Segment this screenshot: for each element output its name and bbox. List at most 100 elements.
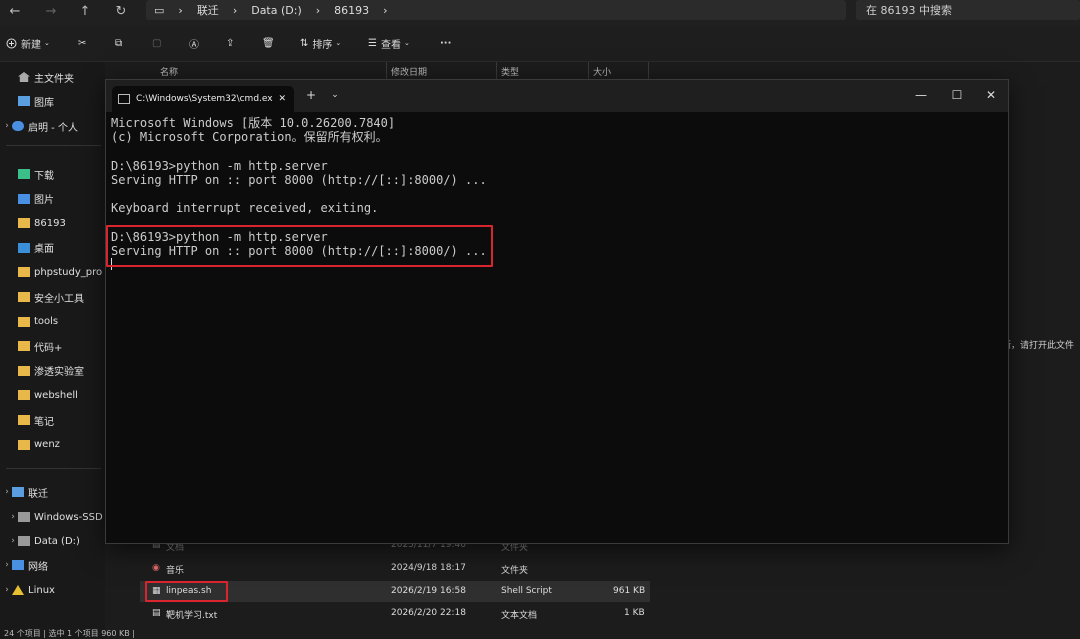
folder-icon	[18, 218, 30, 229]
sidebar-item[interactable]: › 联迁	[0, 482, 105, 502]
chevron-right-icon[interactable]: ›	[2, 560, 12, 570]
sidebar-item[interactable]: phpstudy_pro	[0, 262, 105, 282]
sidebar-item[interactable]: › Windows-SSD	[0, 507, 105, 527]
linux-icon	[12, 585, 24, 595]
breadcrumb-item[interactable]: Data (D:)	[251, 4, 302, 17]
maximize-icon[interactable]: ☐	[942, 86, 972, 104]
chevron-right-icon[interactable]: ›	[8, 536, 18, 546]
download-icon	[18, 169, 30, 179]
sidebar-item[interactable]: › Linux	[0, 580, 105, 600]
chevron-right-icon: ›	[315, 3, 321, 17]
console-line: (c) Microsoft Corporation。保留所有权利。	[111, 130, 388, 145]
file-name: 音乐	[166, 566, 185, 576]
column-size[interactable]: 大小	[593, 62, 611, 80]
console-line: Keyboard interrupt received, exiting.	[111, 201, 379, 216]
column-divider[interactable]	[648, 62, 649, 80]
sidebar-item[interactable]: 安全小工具	[0, 287, 105, 307]
sidebar-item[interactable]: 主文件夹	[0, 67, 105, 87]
close-icon[interactable]: ✕	[976, 86, 1006, 104]
chevron-right-icon[interactable]: ›	[2, 121, 12, 131]
sidebar-item-label: 图片	[34, 195, 54, 207]
new-button[interactable]: 新建 ⌄	[6, 34, 50, 52]
sort-button[interactable]: ⇅ 排序 ⌄	[300, 34, 341, 52]
sidebar-item[interactable]: wenz	[0, 435, 105, 455]
folder-icon	[18, 365, 30, 376]
status-bar: 24 个项目 | 选中 1 个项目 960 KB |	[4, 629, 136, 638]
pc-icon: ▭	[154, 3, 165, 17]
rename-icon[interactable]: Ⓐ	[189, 34, 199, 52]
music-icon: ◉	[152, 563, 160, 573]
search-input[interactable]: 在 86193 中搜索	[856, 0, 1080, 20]
forward-icon[interactable]: →	[38, 0, 64, 22]
refresh-icon[interactable]: ↻	[108, 0, 134, 22]
table-row[interactable]: ▤ 靶机学习.txt 2026/2/20 22:18 文本文档 1 KB	[140, 603, 650, 625]
breadcrumb-item[interactable]: 联迁	[197, 2, 219, 18]
sidebar-item-label: 下载	[34, 170, 54, 182]
paste-icon[interactable]: ▢	[152, 34, 161, 52]
sidebar-item[interactable]: 图库	[0, 91, 105, 111]
view-icon: ☰	[368, 37, 377, 49]
sidebar-item-label: tools	[34, 316, 59, 328]
copy-icon[interactable]: ⧉	[115, 34, 122, 52]
sidebar-item-label: phpstudy_pro	[34, 266, 103, 278]
folder-icon	[18, 341, 30, 352]
pictures-icon	[18, 193, 30, 204]
chevron-right-icon[interactable]: ›	[2, 585, 12, 595]
file-modified: 2026/2/20 22:18	[391, 608, 466, 618]
file-modified: 2026/2/19 16:58	[391, 586, 466, 596]
view-button[interactable]: ☰ 查看 ⌄	[368, 34, 410, 52]
sidebar-item[interactable]: 笔记	[0, 410, 105, 430]
up-icon[interactable]: ↑	[72, 0, 98, 22]
table-row[interactable]: ◉ 音乐 2024/9/18 18:17 文件夹	[140, 558, 650, 580]
chevron-down-icon[interactable]: ⌄	[320, 86, 350, 104]
sidebar-item[interactable]: › 启明 - 个人	[0, 116, 105, 136]
sidebar-item[interactable]: webshell	[0, 385, 105, 405]
column-name[interactable]: 名称	[160, 62, 178, 80]
home-icon	[18, 72, 30, 82]
minimize-icon[interactable]: —	[906, 86, 936, 104]
column-divider[interactable]	[588, 62, 589, 80]
sidebar-item-label: 网络	[28, 561, 48, 573]
sidebar-item[interactable]: › Data (D:)	[0, 531, 105, 551]
sidebar-item[interactable]: 代码+	[0, 336, 105, 356]
sidebar-item-label: Data (D:)	[34, 535, 80, 547]
column-divider[interactable]	[386, 62, 387, 80]
terminal-window[interactable]: C:\Windows\System32\cmd.ex ✕ + ⌄ — ☐ ✕ M…	[105, 79, 1009, 544]
drive-icon	[18, 512, 30, 522]
desktop-icon	[18, 242, 30, 253]
sidebar-item[interactable]: 下载	[0, 164, 105, 184]
cut-icon[interactable]: ✂	[78, 34, 86, 52]
sidebar-item[interactable]: 渗透实验室	[0, 361, 105, 381]
close-tab-icon[interactable]: ✕	[278, 94, 286, 104]
share-icon[interactable]: ⇪	[226, 34, 234, 52]
sidebar-item[interactable]: 86193	[0, 213, 105, 233]
sort-icon: ⇅	[300, 37, 309, 49]
sidebar-item[interactable]: tools	[0, 312, 105, 332]
preview-pane-text: 所，请打开此文件	[1002, 341, 1075, 351]
pc-icon	[12, 487, 24, 497]
delete-icon[interactable]: 🗑	[262, 34, 275, 52]
sidebar-item-label: 主文件夹	[34, 73, 74, 85]
view-label: 查看	[380, 39, 401, 51]
back-icon[interactable]: ←	[2, 0, 28, 22]
sidebar-item-label: wenz	[34, 439, 60, 451]
terminal-tab[interactable]: C:\Windows\System32\cmd.ex ✕	[112, 86, 294, 112]
sidebar-item[interactable]: › 网络	[0, 555, 105, 575]
column-type[interactable]: 类型	[501, 62, 519, 80]
breadcrumb-item[interactable]: 86193	[334, 4, 369, 17]
sidebar-divider	[6, 145, 101, 146]
more-button[interactable]: ···	[440, 34, 451, 52]
chevron-right-icon[interactable]: ›	[8, 512, 18, 522]
column-divider[interactable]	[496, 62, 497, 80]
sidebar-item[interactable]: 图片	[0, 189, 105, 209]
chevron-right-icon[interactable]: ›	[2, 487, 12, 497]
sidebar-item[interactable]: 桌面	[0, 238, 105, 258]
console-line: D:\86193>python -m http.server	[111, 158, 328, 173]
column-modified[interactable]: 修改日期	[391, 62, 427, 80]
folder-icon	[18, 439, 30, 450]
terminal-icon	[118, 94, 130, 104]
address-bar[interactable]: ▭ › 联迁 › Data (D:) › 86193 ›	[146, 0, 846, 20]
console-line: Serving HTTP on :: port 8000 (http://[::…	[111, 172, 487, 187]
